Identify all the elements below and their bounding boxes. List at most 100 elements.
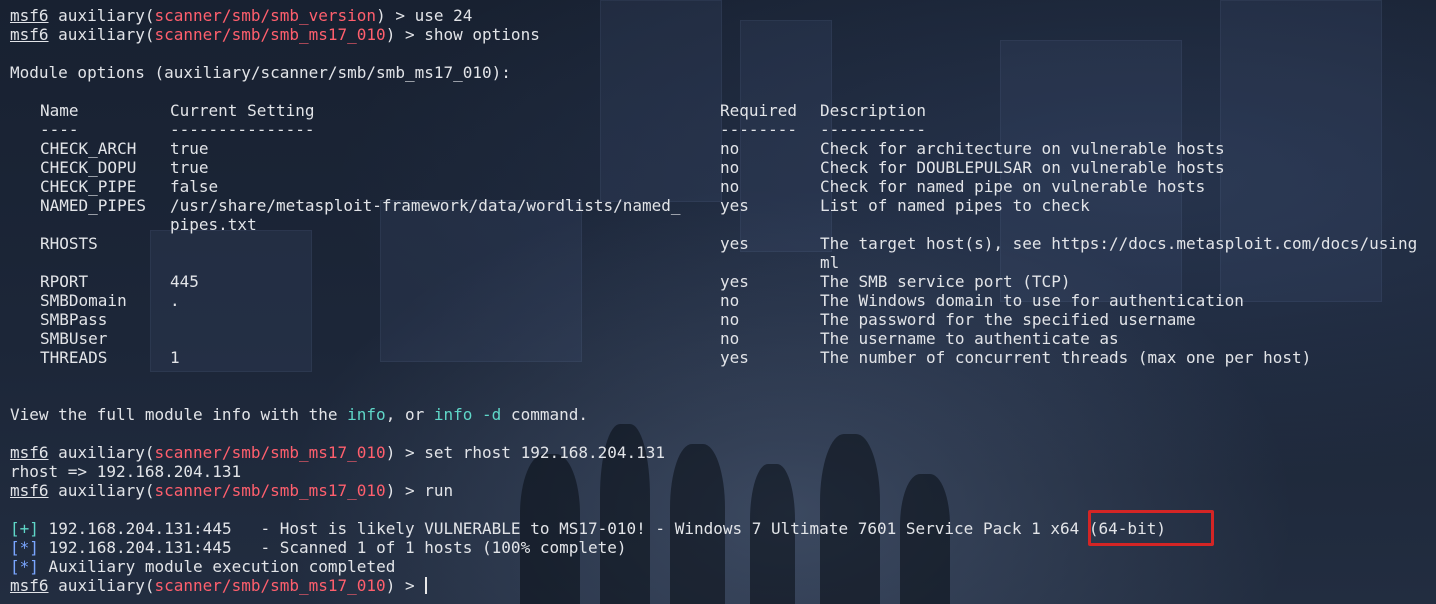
option-required: no	[720, 310, 740, 329]
prompt-arrow: >	[395, 25, 425, 44]
table-row: CHECK_DOPU true no Check for DOUBLEPULSA…	[10, 158, 1225, 177]
status-star: *	[19, 557, 30, 576]
info-hint-text: command.	[501, 405, 588, 424]
option-name: CHECK_ARCH	[40, 139, 137, 158]
prompt-close: )	[385, 576, 396, 595]
option-setting: 445	[170, 272, 199, 291]
underline-description: -----------	[820, 120, 926, 139]
options-table-header: Name Current Setting Required Descriptio…	[10, 101, 1166, 120]
prompt-line: msf6 auxiliary(scanner/smb/smb_ms17_010)…	[10, 481, 1166, 500]
option-name: SMBPass	[40, 310, 108, 329]
status-bracket: ]	[29, 538, 39, 557]
option-name: THREADS	[40, 348, 108, 367]
underline-current-setting: ---------------	[170, 120, 315, 139]
option-required: no	[720, 291, 740, 310]
scan-result-line: [+] 192.168.204.131:445 - Host is likely…	[10, 519, 1166, 538]
table-row: SMBPass no The password for the specifie…	[10, 310, 1196, 329]
info-hint-line: View the full module info with the info,…	[10, 405, 1166, 424]
prompt-close: )	[376, 6, 386, 25]
prompt-word: auxiliary(	[58, 443, 155, 462]
prompt-framework: msf6	[10, 576, 49, 595]
table-row: NAMED_PIPES /usr/share/metasploit-framew…	[10, 196, 1166, 215]
terminal-output: msf6 auxiliary(scanner/smb/smb_version) …	[10, 6, 1417, 595]
command-text: set rhost 192.168.204.131	[424, 443, 666, 462]
option-name: SMBUser	[40, 329, 108, 348]
option-setting: .	[170, 291, 180, 310]
option-description: Check for DOUBLEPULSAR on vulnerable hos…	[820, 158, 1225, 177]
table-row: CHECK_PIPE false no Check for named pipe…	[10, 177, 1205, 196]
option-description: The username to authenticate as	[820, 329, 1119, 348]
option-setting: /usr/share/metasploit-framework/data/wor…	[170, 196, 681, 215]
option-setting: 1	[170, 348, 180, 367]
underline-required: --------	[720, 120, 798, 139]
prompt-word: auxiliary(	[58, 481, 155, 500]
command-text: use 24	[414, 6, 473, 25]
info-command: info	[347, 405, 386, 424]
option-name: SMBDomain	[40, 291, 127, 310]
table-row: THREADS 1 yes The number of concurrent t…	[10, 348, 1311, 367]
prompt-close: )	[385, 481, 396, 500]
option-description: Check for named pipe on vulnerable hosts	[820, 177, 1206, 196]
option-description: The password for the specified username	[820, 310, 1196, 329]
active-prompt-line[interactable]: msf6 auxiliary(scanner/smb/smb_ms17_010)…	[10, 576, 1166, 595]
option-required: no	[720, 139, 740, 158]
option-required: no	[720, 329, 740, 348]
option-description-continuation: ml	[820, 253, 840, 272]
option-description: The SMB service port (TCP)	[820, 272, 1071, 291]
scan-result-text: 192.168.204.131:445 - Host is likely VUL…	[38, 519, 1166, 538]
option-name: CHECK_DOPU	[40, 158, 137, 177]
info-hint-text: View the full module info with the	[10, 405, 348, 424]
underline-name: ----	[40, 120, 79, 139]
scan-result-text: 192.168.204.131:445 - Scanned 1 of 1 hos…	[38, 538, 627, 557]
status-bracket: [	[10, 519, 20, 538]
status-bracket: ]	[29, 519, 39, 538]
prompt-word: auxiliary(	[58, 576, 155, 595]
table-row: RPORT 445 yes The SMB service port (TCP)	[10, 272, 1166, 291]
status-bracket: [	[10, 557, 20, 576]
prompt-arrow: >	[395, 576, 425, 595]
highlight-annotation-box	[1088, 510, 1214, 546]
text-cursor[interactable]	[425, 577, 428, 594]
header-name: Name	[40, 101, 79, 120]
prompt-module: scanner/smb/smb_ms17_010	[154, 25, 386, 44]
header-required: Required	[720, 101, 798, 120]
prompt-line: msf6 auxiliary(scanner/smb/smb_ms17_010)…	[10, 25, 1166, 44]
option-required: no	[720, 158, 740, 177]
option-name: CHECK_PIPE	[40, 177, 137, 196]
table-row: CHECK_ARCH true no Check for architectur…	[10, 139, 1225, 158]
table-row: SMBDomain . no The Windows domain to use…	[10, 291, 1244, 310]
prompt-arrow: >	[395, 481, 425, 500]
option-name: RPORT	[40, 272, 89, 291]
table-row-continuation: pipes.txt	[10, 215, 1166, 234]
option-required: yes	[720, 196, 749, 215]
option-setting: true	[170, 139, 209, 158]
option-setting: true	[170, 158, 209, 177]
option-description: The target host(s), see https://docs.met…	[820, 234, 1418, 253]
option-description: The number of concurrent threads (max on…	[820, 348, 1312, 367]
scan-result-line: [*] 192.168.204.131:445 - Scanned 1 of 1…	[10, 538, 1166, 557]
command-text: show options	[424, 25, 540, 44]
header-description: Description	[820, 101, 926, 120]
prompt-framework: msf6	[10, 6, 49, 25]
table-row: RHOSTS yes The target host(s), see https…	[10, 234, 1417, 253]
header-current-setting: Current Setting	[170, 101, 315, 120]
command-text: run	[424, 481, 454, 500]
prompt-word: auxiliary(	[58, 25, 155, 44]
prompt-line: msf6 auxiliary(scanner/smb/smb_ms17_010)…	[10, 443, 1166, 462]
option-setting: false	[170, 177, 219, 196]
prompt-word: auxiliary(	[58, 6, 155, 25]
info-hint-text: , or	[385, 405, 434, 424]
option-required: yes	[720, 272, 749, 291]
prompt-module: scanner/smb/smb_ms17_010	[154, 443, 386, 462]
status-bracket: ]	[29, 557, 39, 576]
rhost-echo: rhost => 192.168.204.131	[10, 462, 242, 481]
prompt-close: )	[385, 25, 396, 44]
prompt-module: scanner/smb/smb_ms17_010	[154, 481, 386, 500]
option-description: List of named pipes to check	[820, 196, 1090, 215]
